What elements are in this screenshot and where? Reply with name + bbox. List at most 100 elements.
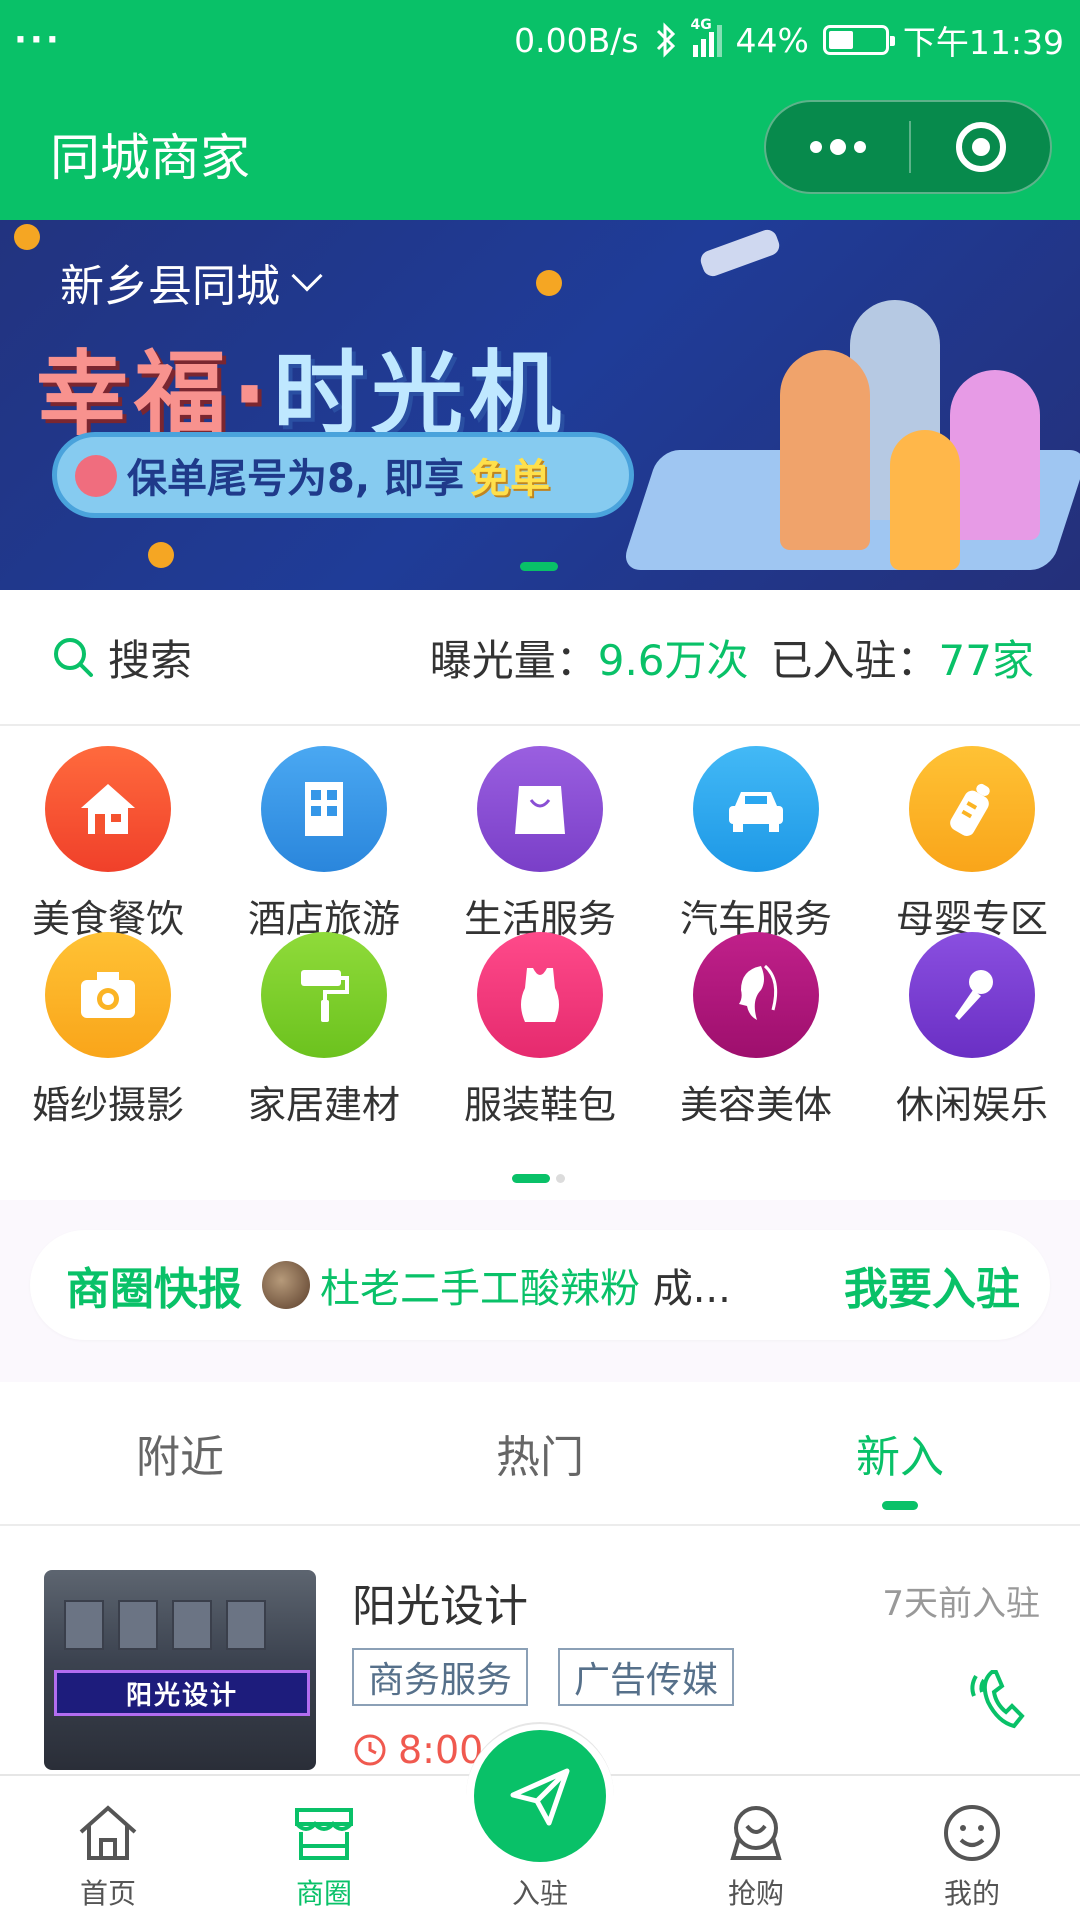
category-label: 婚纱摄影 [31, 1083, 184, 1127]
clock: 下午11:39 [902, 23, 1064, 62]
tab-popular[interactable]: 热门 [360, 1382, 720, 1524]
news-message[interactable]: 杜老二手工酸辣粉 成... [320, 1256, 728, 1314]
category-wedding-photo[interactable]: 婚纱摄影 [0, 932, 216, 1152]
join-button[interactable]: 我要入驻 [844, 1253, 1020, 1317]
category-leisure[interactable]: 休闲娱乐 [864, 932, 1080, 1152]
merchant-tags: 商务服务 广告传媒 [352, 1648, 735, 1706]
nav-profile[interactable]: 我的 [864, 1776, 1080, 1920]
bottom-navigation: 首页 商圈 入驻 抢购 我的 [0, 1722, 1080, 1920]
hours-text: 8:00 [398, 1728, 484, 1772]
battery-percent: 44% [735, 20, 809, 60]
tab-indicator [882, 1501, 918, 1510]
exposure-stat: 曝光量：9.6万次 [430, 627, 749, 688]
stats-summary: 曝光量：9.6万次 已入驻：77家 [430, 627, 1034, 688]
nav-business-circle[interactable]: 商圈 [216, 1776, 432, 1920]
target-icon [955, 122, 1006, 172]
merchant-tag: 商务服务 [352, 1648, 529, 1706]
joined-label: 已入驻： [770, 635, 939, 685]
more-options-button[interactable] [766, 102, 909, 192]
exposure-value: 9.6万次 [597, 635, 749, 685]
city-selector[interactable]: 新乡县同城 [60, 250, 323, 314]
clothing-icon [477, 932, 603, 1058]
city-name: 新乡县同城 [60, 261, 280, 312]
chevron-down-icon [291, 260, 323, 292]
nav-label: 首页 [79, 1877, 136, 1910]
category-pager [512, 1174, 565, 1183]
merchant-signboard: 阳光设计 [54, 1670, 310, 1716]
search-icon [54, 638, 93, 677]
offer-highlight: 免单 [469, 456, 550, 502]
joined-value: 77家 [938, 635, 1034, 685]
nav-label: 商圈 [295, 1877, 352, 1910]
merchant-hours: 8:00 [352, 1728, 483, 1772]
exposure-label: 曝光量： [429, 635, 598, 685]
category-label: 家居建材 [247, 1083, 400, 1127]
search-button[interactable]: 搜索 [50, 627, 192, 688]
page-title: 同城商家 [50, 129, 250, 187]
tab-label: 热门 [496, 1432, 584, 1483]
nav-label: 入驻 [511, 1877, 568, 1910]
signal-icon: 4G [691, 17, 722, 57]
home-icon [79, 1805, 137, 1860]
nav-join[interactable]: 入驻 [432, 1776, 648, 1920]
merchant-photo: 阳光设计 [44, 1570, 316, 1770]
category-clothing[interactable]: 服装鞋包 [432, 932, 648, 1152]
offer-text: 保单尾号为8, 即享 [127, 456, 464, 502]
status-bar: ··· 0.00B/s 4G 44% 下午11:39 [0, 0, 1080, 80]
news-tag: 商圈快报 [66, 1264, 242, 1315]
storefront-icon [295, 1808, 353, 1860]
tab-new[interactable]: 新入 [720, 1382, 1080, 1524]
category-label: 服装鞋包 [463, 1083, 616, 1127]
shopping-bag-icon [477, 746, 603, 872]
nav-label: 抢购 [727, 1877, 784, 1910]
category-label: 休闲娱乐 [895, 1083, 1048, 1127]
nav-label: 我的 [943, 1877, 1000, 1910]
tab-nearby[interactable]: 附近 [0, 1382, 360, 1524]
category-home-building[interactable]: 家居建材 [216, 932, 432, 1152]
gift-box-icon [730, 1806, 782, 1860]
mini-program-capsule [764, 100, 1052, 194]
news-band: 商圈快报 杜老二手工酸辣粉 成... 我要入驻 [0, 1200, 1080, 1382]
news-suffix: 成... [640, 1266, 728, 1312]
banner-pager [520, 562, 558, 571]
banner-lamp [697, 227, 783, 279]
battery-icon [822, 25, 895, 55]
heart-icon [75, 455, 117, 497]
title-bar: 同城商家 [0, 80, 1080, 220]
status-notification-dots: ··· [14, 20, 62, 60]
baby-bottle-icon [909, 746, 1035, 872]
news-shop-name: 杜老二手工酸辣粉 [320, 1266, 640, 1312]
search-stats-row: 搜索 曝光量：9.6万次 已入驻：77家 [0, 590, 1080, 726]
microphone-icon [909, 932, 1035, 1058]
woman-profile-icon [693, 932, 819, 1058]
category-label: 美容美体 [679, 1083, 832, 1127]
smiley-icon [944, 1805, 1000, 1861]
banner-offer-pill: 保单尾号为8, 即享 免单 [52, 432, 634, 518]
search-label: 搜索 [108, 635, 193, 685]
app-screen: ··· 0.00B/s 4G 44% 下午11:39 同城商家 幸福·时光机 保… [0, 0, 1080, 1920]
status-right: 0.00B/s 4G 44% 下午11:39 [514, 16, 1064, 64]
family-illustration [780, 280, 1060, 580]
network-speed: 0.00B/s [514, 20, 639, 60]
avatar [262, 1261, 310, 1309]
joined-stat: 已入驻：77家 [771, 627, 1034, 688]
nav-home[interactable]: 首页 [0, 1776, 216, 1920]
paint-roller-icon [261, 932, 387, 1058]
merchant-tag: 广告传媒 [558, 1648, 735, 1706]
house-icon [45, 746, 171, 872]
category-grid: 美食餐饮 酒店旅游 生活服务 汽车服务 母婴专区 婚纱摄影 家居建材 服装鞋包 … [0, 728, 1080, 1198]
promo-banner[interactable]: 幸福·时光机 保单尾号为8, 即享 免单 新乡县同城 [0, 220, 1080, 590]
category-beauty[interactable]: 美容美体 [648, 932, 864, 1152]
car-icon [693, 746, 819, 872]
battery-fill [828, 31, 853, 49]
tab-label: 新入 [856, 1432, 944, 1483]
merchant-joined-time: 7天前入驻 [882, 1584, 1040, 1624]
nav-flash-sale[interactable]: 抢购 [648, 1776, 864, 1920]
network-type: 4G [690, 17, 712, 33]
tab-label: 附近 [136, 1432, 224, 1483]
camera-icon [45, 932, 171, 1058]
phone-call-icon[interactable] [966, 1656, 1036, 1736]
close-mini-program-button[interactable] [911, 102, 1050, 192]
list-tabs: 附近 热门 新入 [0, 1382, 1080, 1526]
building-icon [261, 746, 387, 872]
